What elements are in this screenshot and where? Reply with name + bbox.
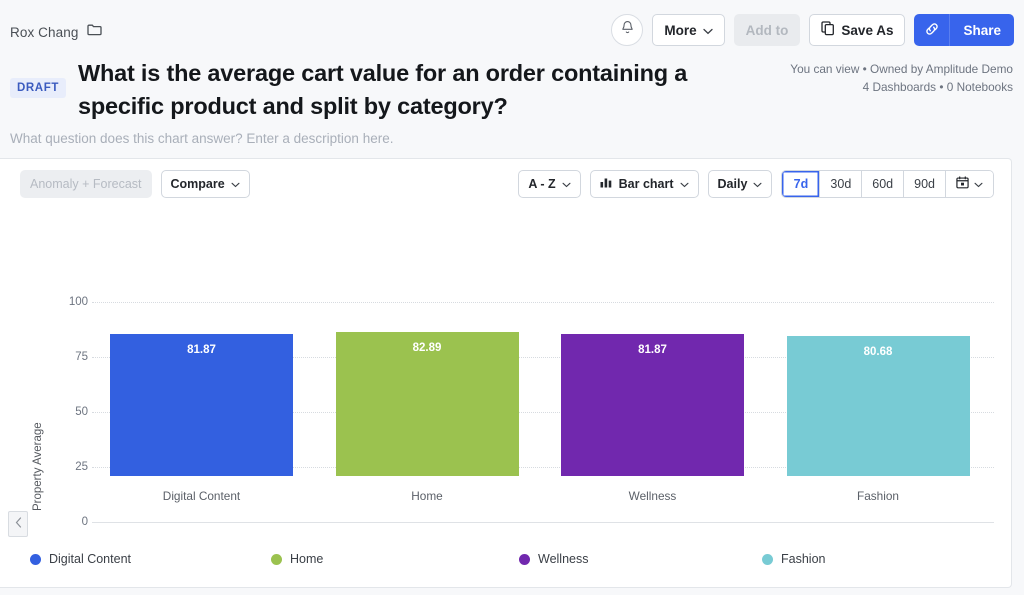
add-to-label: Add to [746, 23, 789, 38]
x-tick-digital-content: Digital Content [110, 489, 293, 503]
chart-meta: You can view • Owned by Amplitude Demo 4… [790, 60, 1013, 96]
chart-toolbar-right: A - Z Bar chart [518, 170, 994, 198]
y-tick-50: 50 [48, 406, 88, 418]
y-axis-ticks: 100 75 50 25 0 [20, 211, 88, 535]
legend-item-fashion[interactable]: Fashion [762, 552, 825, 566]
status-badge: DRAFT [10, 78, 66, 98]
share-group: Share [914, 14, 1014, 46]
chevron-down-icon [680, 177, 689, 191]
breadcrumb-owner[interactable]: Rox Chang [10, 25, 78, 40]
header-actions: More Add to Save As [611, 14, 1014, 46]
folder-icon[interactable] [87, 23, 102, 41]
notifications-button[interactable] [611, 14, 643, 46]
bar-value-label: 81.87 [561, 344, 744, 356]
legend-swatch-icon [762, 554, 773, 565]
x-tick-home: Home [336, 489, 519, 503]
bar-value-label: 81.87 [110, 344, 293, 356]
legend-item-digital-content[interactable]: Digital Content [30, 552, 131, 566]
page-header: Rox Chang More [0, 0, 1024, 158]
range-7d[interactable]: 7d [782, 171, 820, 197]
legend-swatch-icon [271, 554, 282, 565]
chart-card: Anomaly + Forecast Compare A - Z [0, 158, 1012, 588]
more-label: More [664, 23, 696, 38]
copy-link-button[interactable] [914, 14, 950, 46]
meta-permissions: You can view • Owned by Amplitude Demo [790, 60, 1013, 78]
chart-legend: Digital Content Home Wellness Fashion [0, 539, 1012, 579]
legend-swatch-icon [30, 554, 41, 565]
legend-label: Home [290, 552, 323, 566]
legend-swatch-icon [519, 554, 530, 565]
title-row: DRAFT What is the average cart value for… [10, 57, 770, 123]
meta-usage: 4 Dashboards • 0 Notebooks [790, 78, 1013, 96]
chevron-down-icon [703, 23, 713, 38]
bar-value-label: 80.68 [787, 346, 970, 358]
chart-toolbar-left: Anomaly + Forecast Compare [20, 170, 250, 198]
x-tick-fashion: Fashion [787, 489, 970, 503]
sort-button[interactable]: A - Z [518, 170, 580, 198]
legend-label: Wellness [538, 552, 588, 566]
bar-series: 81.87 82.89 81.87 80.68 Digital Content … [92, 211, 994, 535]
y-tick-25: 25 [48, 461, 88, 473]
y-tick-100: 100 [48, 296, 88, 308]
range-30d[interactable]: 30d [820, 171, 862, 197]
save-as-button[interactable]: Save As [809, 14, 905, 46]
description-input[interactable]: What question does this chart answer? En… [10, 131, 393, 146]
chevron-down-icon [231, 177, 240, 191]
calendar-icon [956, 176, 969, 192]
date-range-segmented: 7d 30d 60d 90d [781, 170, 994, 198]
bar-wellness[interactable]: 81.87 [561, 334, 744, 477]
y-tick-0: 0 [48, 516, 88, 528]
legend-item-home[interactable]: Home [271, 552, 323, 566]
chart-type-button[interactable]: Bar chart [590, 170, 699, 198]
share-label: Share [963, 23, 1001, 38]
share-button[interactable]: Share [950, 14, 1014, 46]
bar-value-label: 82.89 [336, 342, 519, 354]
page-title[interactable]: What is the average cart value for an or… [78, 57, 718, 123]
save-as-label: Save As [841, 23, 893, 38]
interval-button[interactable]: Daily [708, 170, 773, 198]
range-90d[interactable]: 90d [904, 171, 946, 197]
chart-builder-page: Rox Chang More [0, 0, 1024, 595]
bar-digital-content[interactable]: 81.87 [110, 334, 293, 477]
legend-label: Digital Content [49, 552, 131, 566]
chart-plot: Property Average 100 75 50 25 0 81.87 [0, 211, 1012, 535]
chart-toolbar: Anomaly + Forecast Compare A - Z [0, 159, 1011, 211]
chevron-down-icon [974, 177, 983, 191]
chevron-left-icon [15, 515, 22, 533]
copy-icon [821, 21, 835, 39]
anomaly-forecast-label: Anomaly + Forecast [30, 177, 142, 191]
range-60d[interactable]: 60d [862, 171, 904, 197]
more-button[interactable]: More [652, 14, 724, 46]
date-picker-button[interactable] [946, 171, 993, 197]
sort-label: A - Z [528, 177, 555, 191]
collapse-panel-button[interactable] [8, 511, 28, 537]
chart-type-label: Bar chart [619, 177, 674, 191]
compare-button[interactable]: Compare [161, 170, 250, 198]
chevron-down-icon [753, 177, 762, 191]
breadcrumb[interactable]: Rox Chang [10, 23, 102, 41]
bar-fashion[interactable]: 80.68 [787, 336, 970, 476]
x-tick-wellness: Wellness [561, 489, 744, 503]
bar-chart-icon [600, 177, 613, 191]
anomaly-forecast-button: Anomaly + Forecast [20, 170, 152, 198]
y-tick-75: 75 [48, 351, 88, 363]
link-icon [924, 21, 940, 40]
legend-label: Fashion [781, 552, 825, 566]
bell-icon [620, 20, 635, 41]
add-to-button: Add to [734, 14, 801, 46]
legend-item-wellness[interactable]: Wellness [519, 552, 588, 566]
interval-label: Daily [718, 177, 748, 191]
chevron-down-icon [562, 177, 571, 191]
bar-home[interactable]: 82.89 [336, 332, 519, 476]
compare-label: Compare [171, 177, 225, 191]
